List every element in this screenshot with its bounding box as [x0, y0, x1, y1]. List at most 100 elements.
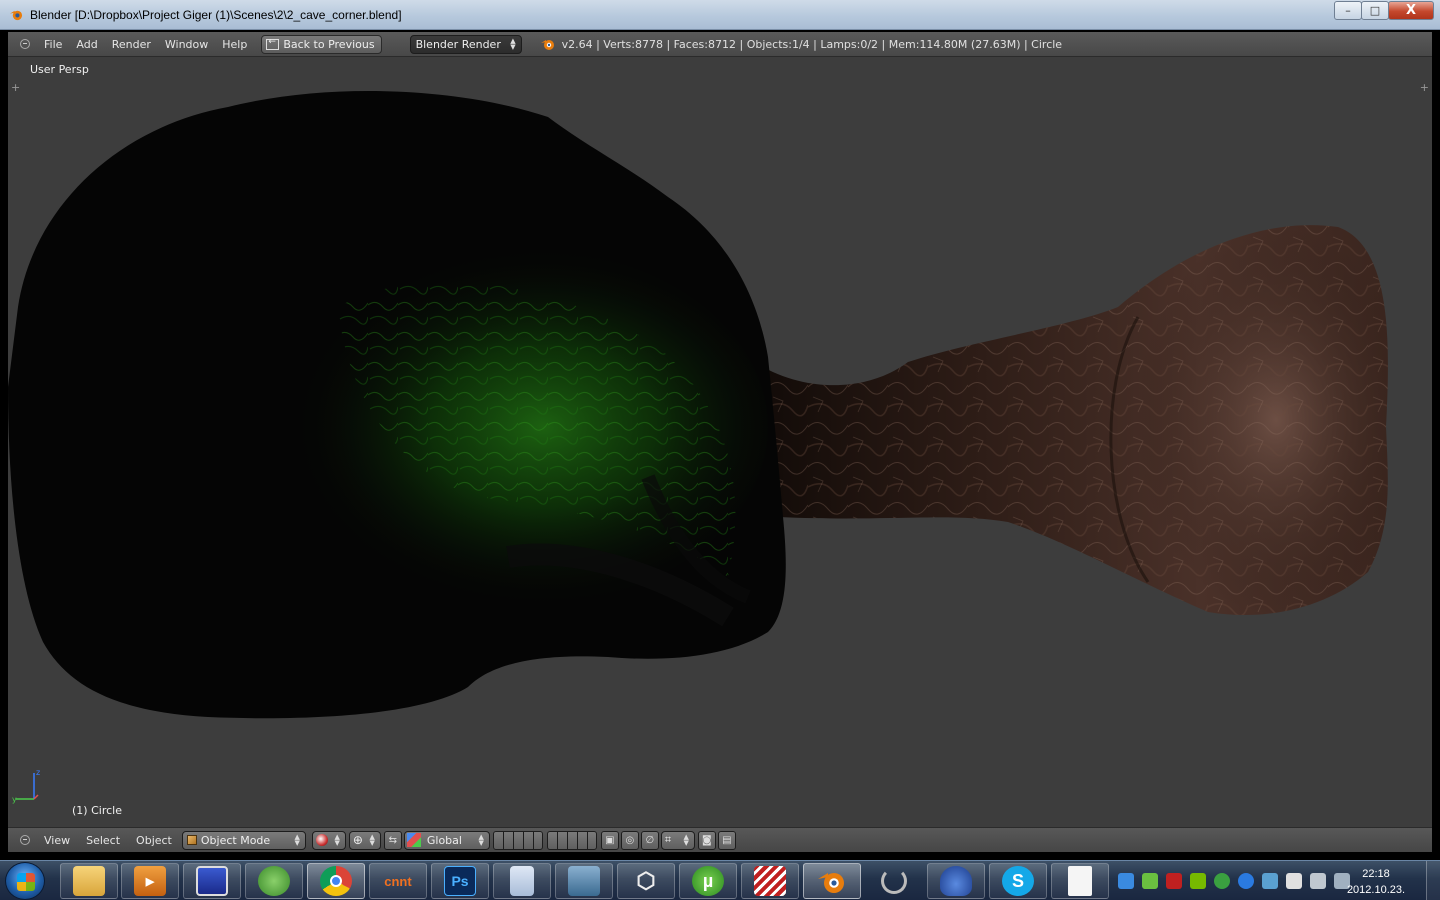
- taskbar-photoshop[interactable]: Ps: [431, 863, 489, 899]
- volume-icon[interactable]: [1310, 873, 1326, 889]
- dropbox-icon[interactable]: [1118, 873, 1134, 889]
- menu-file[interactable]: File: [44, 38, 62, 51]
- clock-time: 22:18: [1362, 868, 1390, 880]
- snap-element-select[interactable]: ⌗ ▲ ▼: [660, 830, 695, 850]
- taskbar-calculator[interactable]: [493, 863, 551, 899]
- taskbar-save-app[interactable]: [183, 863, 241, 899]
- network-check-icon[interactable]: [1262, 873, 1278, 889]
- menu-object[interactable]: Object: [136, 834, 172, 847]
- pivot-point-icon: ⊕: [352, 833, 363, 847]
- menu-add[interactable]: Add: [76, 38, 97, 51]
- messenger-icon: [258, 866, 290, 896]
- show-desktop-button[interactable]: [1426, 861, 1440, 900]
- mode-value: Object Mode: [200, 833, 271, 847]
- svg-text:z: z: [36, 768, 40, 777]
- properties-expand-icon[interactable]: +: [1420, 81, 1429, 94]
- taskbar-messenger[interactable]: [245, 863, 303, 899]
- scene-layers-grid-a[interactable]: [492, 830, 543, 850]
- render-engine-value: Blender Render: [415, 37, 501, 51]
- snap-toggle-icon[interactable]: ∅: [640, 830, 659, 850]
- taskbar-blender[interactable]: [803, 863, 861, 899]
- cave-mesh-render: [8, 90, 1388, 719]
- document-icon: [1068, 866, 1092, 896]
- 3d-viewport[interactable]: User Persp + + z y (1) Circle: [8, 57, 1432, 827]
- pivot-point-select[interactable]: ⊕ ▲ ▼: [348, 830, 381, 850]
- updown-arrows-icon: ▲ ▼: [683, 832, 689, 847]
- window-title: Blender [D:\Dropbox\Project Giger (1)\Sc…: [30, 8, 402, 22]
- opengl-render-icon[interactable]: ◙: [697, 830, 716, 850]
- taskbar-unity[interactable]: ⬡: [617, 863, 675, 899]
- maximize-button[interactable]: □: [1361, 1, 1389, 20]
- menu-help[interactable]: Help: [222, 38, 247, 51]
- windows-flag-icon: [17, 873, 35, 891]
- chrome-icon: [320, 866, 352, 896]
- render-engine-select[interactable]: Blender Render ▲ ▼: [409, 34, 522, 54]
- menu-select[interactable]: Select: [86, 834, 120, 847]
- back-screen-icon: [266, 37, 280, 50]
- taskbar-document[interactable]: [1051, 863, 1109, 899]
- explorer-icon: [73, 866, 105, 896]
- active-object-label: (1) Circle: [72, 804, 122, 817]
- taskbar-loading-app[interactable]: [865, 863, 923, 899]
- close-button[interactable]: X: [1388, 1, 1434, 20]
- windows-taskbar: ▶ cnnt Ps ⬡ µ S 22:18 2012.10.23.: [0, 860, 1440, 900]
- taskbar-media-player[interactable]: ▶: [121, 863, 179, 899]
- scene-layers-grid-b[interactable]: [546, 830, 597, 850]
- viewport-shading-select[interactable]: ▲ ▼: [311, 830, 346, 850]
- taskbar-utorrent[interactable]: µ: [679, 863, 737, 899]
- taskbar-clock[interactable]: 22:18 2012.10.23.: [1340, 866, 1412, 898]
- calculator-icon: [510, 866, 534, 896]
- nvidia-icon[interactable]: [1190, 873, 1206, 889]
- cinema-app-icon: cnnt: [384, 873, 412, 889]
- task-manager-icon: [568, 866, 600, 896]
- taskbar-chrome[interactable]: [307, 863, 365, 899]
- save-icon: [196, 866, 228, 896]
- orientation-value: Global: [426, 833, 462, 847]
- taskbar-explorer[interactable]: [60, 863, 118, 899]
- unity-icon: ⬡: [636, 868, 656, 893]
- skype-icon: S: [1002, 866, 1034, 896]
- car-app-icon: [940, 866, 972, 896]
- power-icon[interactable]: [1238, 873, 1254, 889]
- menu-render[interactable]: Render: [112, 38, 151, 51]
- header-collapse-toggle[interactable]: [20, 39, 30, 49]
- menu-view[interactable]: View: [44, 834, 70, 847]
- toolshelf-expand-icon[interactable]: +: [11, 81, 20, 94]
- updown-arrows-icon: ▲ ▼: [334, 832, 340, 847]
- view-perspective-label: User Persp: [30, 63, 89, 76]
- menu-window[interactable]: Window: [165, 38, 208, 51]
- striped-app-icon: [754, 866, 786, 896]
- transform-orientation-select[interactable]: Global ▲ ▼: [403, 830, 490, 850]
- back-to-previous-button[interactable]: Back to Previous: [261, 34, 382, 54]
- object-cube-icon: [186, 835, 197, 845]
- info-header: File Add Render Window Help Back to Prev…: [8, 32, 1432, 57]
- taskbar-car-app[interactable]: [927, 863, 985, 899]
- opengl-anim-render-icon[interactable]: ▤: [717, 830, 736, 850]
- viewport-header: View Select Object Object Mode ▲ ▼ ▲ ▼ ⊕ ▲…: [8, 827, 1432, 852]
- loading-app-icon: [881, 868, 907, 894]
- shield-green-icon[interactable]: [1142, 873, 1158, 889]
- minimize-button[interactable]: –: [1334, 1, 1362, 20]
- media-player-icon: ▶: [134, 866, 166, 896]
- taskbar-striped-app[interactable]: [741, 863, 799, 899]
- proportional-edit-icon[interactable]: ◎: [620, 830, 639, 850]
- taskbar-task-manager[interactable]: [555, 863, 613, 899]
- utorrent-icon: µ: [692, 866, 724, 896]
- manipulator-toggle-icon[interactable]: ⇆: [383, 830, 402, 850]
- system-tray: [1118, 861, 1358, 900]
- axis-gizmo-icon: z y: [12, 768, 40, 804]
- mode-select[interactable]: Object Mode ▲ ▼: [181, 830, 306, 850]
- taskbar-cinema-app[interactable]: cnnt: [369, 863, 427, 899]
- editor-type-toggle[interactable]: [20, 835, 30, 845]
- window-titlebar: Blender [D:\Dropbox\Project Giger (1)\Sc…: [0, 0, 1440, 30]
- scene-stats: v2.64 | Verts:8778 | Faces:8712 | Object…: [561, 37, 1063, 51]
- taskbar-skype[interactable]: S: [989, 863, 1047, 899]
- start-button[interactable]: [5, 862, 45, 900]
- updown-arrows-icon: ▲ ▼: [294, 832, 300, 847]
- photoshop-icon: Ps: [444, 866, 476, 896]
- flag-warning-icon[interactable]: [1286, 873, 1302, 889]
- adobe-tray-icon[interactable]: [1166, 873, 1182, 889]
- lock-camera-icon[interactable]: ▣: [600, 830, 619, 850]
- security-essentials-icon[interactable]: [1214, 873, 1230, 889]
- blender-icon: [818, 873, 844, 893]
